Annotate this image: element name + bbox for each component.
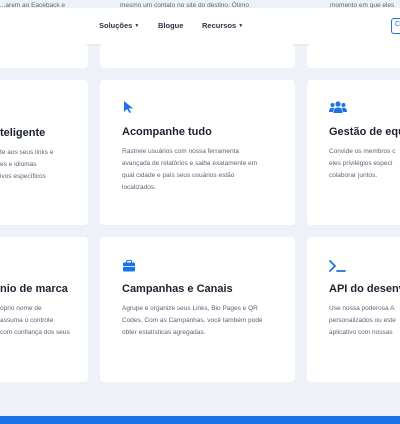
feature-card-developer-api: API do desenv Use nossa poderosa A perso…: [307, 237, 400, 382]
feature-description: Convide os membros c eles privilégios es…: [329, 148, 396, 179]
feature-title: nio de marca: [0, 283, 68, 295]
feature-title: API do desenv: [329, 283, 400, 295]
feature-card-branded-domain: nio de marca óprio nome de assuma o cont…: [0, 237, 88, 382]
feature-card-top-right: [307, 44, 400, 68]
briefcase-icon: [123, 260, 135, 272]
feature-card-team-management: Gestão de equ Convide os membros c eles …: [307, 80, 400, 225]
feature-card-top-left: [0, 44, 88, 68]
cursor-icon: [124, 101, 133, 113]
users-icon: [329, 101, 347, 113]
feature-description: Use nossa poderosa A personalizados ou e…: [329, 305, 396, 336]
feature-description: Rastreie usuários com nossa ferramenta a…: [122, 148, 258, 191]
footer-accent-bar: [0, 416, 400, 424]
feature-card-track-everything: Acompanhe tudo Rastreie usuários com nos…: [100, 80, 295, 225]
feature-card-campaigns: Campanhas e Canais Agrupe e organize seu…: [100, 237, 295, 382]
feature-card-top-mid: [100, 44, 295, 68]
feature-card-smart-targeting: teligente te aos seus links e es e idiom…: [0, 80, 88, 225]
feature-title: Campanhas e Canais: [122, 283, 233, 295]
feature-title: Acompanhe tudo: [122, 126, 212, 138]
nav-recursos[interactable]: Recursos ▼: [202, 21, 243, 30]
header-action-button[interactable]: C: [391, 18, 400, 34]
feature-description: óprio nome de assuma o controle com conf…: [0, 305, 70, 336]
feature-description: te aos seus links e es e idiomas ivos es…: [0, 149, 54, 180]
header-action-button-label: C: [395, 21, 400, 28]
feature-title: teligente: [0, 127, 46, 139]
nav-solucoes[interactable]: Soluções ▼: [99, 21, 139, 30]
feature-title: Gestão de equ: [329, 126, 400, 138]
nav-recursos-label: Recursos: [202, 21, 237, 30]
feature-description: Agrupe e organize seus Links, Bio Pages …: [122, 305, 263, 336]
nav-blogue-label: Blogue: [158, 21, 184, 30]
chevron-down-icon: ▼: [134, 23, 140, 30]
chevron-down-icon: ▼: [238, 23, 244, 30]
nav-solucoes-label: Soluções: [99, 21, 133, 30]
terminal-icon: [329, 260, 346, 272]
nav-blogue[interactable]: Blogue: [158, 21, 183, 30]
top-navigation-bar: Soluções ▼ Blogue Recursos ▼ C: [0, 8, 400, 44]
